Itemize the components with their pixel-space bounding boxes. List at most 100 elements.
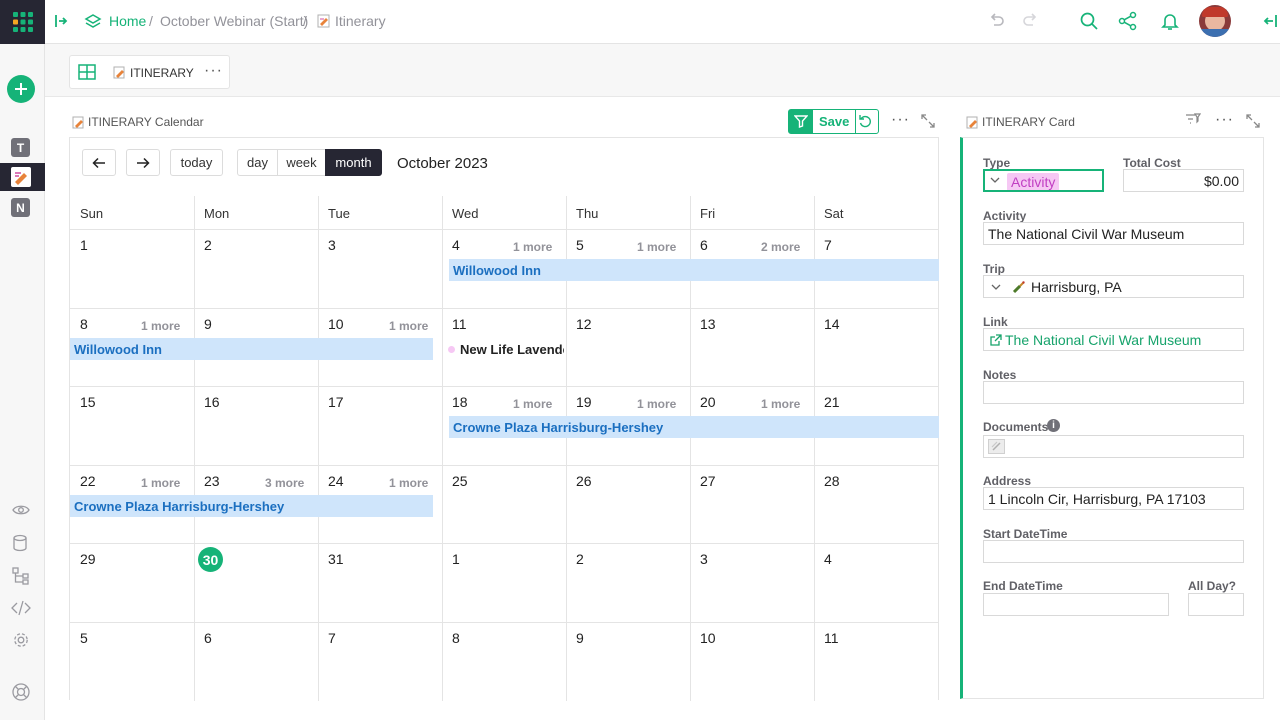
more-events-link[interactable]: 1 more — [141, 319, 180, 333]
day-number[interactable]: 27 — [700, 473, 716, 489]
code-icon[interactable] — [11, 600, 31, 616]
type-field[interactable]: Activity — [983, 169, 1104, 192]
month-view-button[interactable]: month — [325, 149, 382, 176]
day-number[interactable]: 31 — [328, 551, 344, 567]
more-events-link[interactable]: 2 more — [761, 240, 800, 254]
day-number[interactable]: 11 — [452, 316, 467, 332]
day-number[interactable]: 3 — [700, 551, 708, 567]
day-number[interactable]: 19 — [576, 394, 592, 410]
week-view-button[interactable]: week — [277, 149, 326, 176]
more-events-link[interactable]: 1 more — [389, 476, 428, 490]
bell-icon[interactable] — [1160, 11, 1180, 31]
day-number[interactable]: 21 — [824, 394, 840, 410]
day-number[interactable]: 1 — [452, 551, 460, 567]
day-number[interactable]: 14 — [824, 316, 840, 332]
day-number[interactable]: 24 — [328, 473, 344, 489]
search-icon[interactable] — [1079, 11, 1099, 31]
more-events-link[interactable]: 1 more — [761, 397, 800, 411]
day-number[interactable]: 25 — [452, 473, 468, 489]
day-number[interactable]: 9 — [204, 316, 212, 332]
grid-logo-icon[interactable] — [0, 0, 45, 44]
prev-month-button[interactable] — [82, 149, 116, 176]
calendar-event-dot[interactable]: New Life Lavende — [448, 338, 564, 360]
day-number[interactable]: 26 — [576, 473, 592, 489]
link-value[interactable]: The National Civil War Museum — [1005, 332, 1201, 348]
structure-icon[interactable] — [12, 567, 30, 585]
paperclip-icon[interactable] — [988, 439, 1005, 454]
day-number[interactable]: 1 — [80, 237, 88, 253]
expand-icon[interactable] — [1245, 113, 1261, 129]
day-number[interactable]: 5 — [576, 237, 584, 253]
more-events-link[interactable]: 1 more — [513, 397, 552, 411]
rail-page-active[interactable] — [0, 163, 45, 191]
documents-field[interactable] — [983, 435, 1244, 458]
breadcrumb-home[interactable]: Home — [109, 13, 146, 29]
info-icon[interactable]: i — [1047, 419, 1060, 432]
right-panel-toggle-icon[interactable] — [1262, 13, 1278, 29]
day-number[interactable]: 6 — [204, 630, 212, 646]
day-number[interactable]: 10 — [328, 316, 344, 332]
calendar-event-bar[interactable]: Crowne Plaza Harrisburg-Hershey — [449, 416, 939, 438]
breadcrumb-doc[interactable]: October Webinar (Start) — [160, 13, 308, 29]
total-cost-field[interactable]: $0.00 — [1123, 169, 1244, 192]
revert-icon[interactable] — [858, 114, 873, 129]
save-button[interactable]: Save — [819, 114, 849, 129]
day-number[interactable]: 3 — [328, 237, 336, 253]
share-icon[interactable] — [1118, 11, 1138, 31]
calendar-menu-icon[interactable]: ··· — [891, 111, 910, 129]
rail-page-n[interactable]: N — [11, 198, 30, 217]
more-events-link[interactable]: 1 more — [513, 240, 552, 254]
avatar[interactable] — [1199, 5, 1231, 37]
day-number[interactable]: 8 — [452, 630, 460, 646]
trip-field[interactable]: Harrisburg, PA — [983, 275, 1244, 298]
view-tab-menu[interactable]: ··· — [204, 62, 223, 80]
day-number[interactable]: 28 — [824, 473, 840, 489]
day-view-button[interactable]: day — [237, 149, 278, 176]
expand-icon[interactable] — [920, 113, 936, 129]
more-events-link[interactable]: 1 more — [141, 476, 180, 490]
day-number[interactable]: 11 — [824, 630, 839, 646]
notes-field[interactable] — [983, 381, 1244, 404]
view-tab[interactable]: ITINERARY ··· — [69, 55, 230, 89]
redo-icon[interactable] — [1020, 11, 1040, 31]
day-number[interactable]: 17 — [328, 394, 344, 410]
breadcrumb-page[interactable]: Itinerary — [335, 13, 386, 29]
day-number[interactable]: 16 — [204, 394, 220, 410]
more-events-link[interactable]: 1 more — [389, 319, 428, 333]
day-number[interactable]: 12 — [576, 316, 592, 332]
day-number[interactable]: 4 — [824, 551, 832, 567]
calendar-event-bar[interactable]: Willowood Inn — [70, 338, 433, 360]
more-events-link[interactable]: 3 more — [265, 476, 304, 490]
end-datetime-field[interactable] — [983, 593, 1169, 616]
today-date[interactable]: 30 — [198, 547, 223, 572]
day-number[interactable]: 13 — [700, 316, 716, 332]
all-day-field[interactable] — [1188, 593, 1244, 616]
help-icon[interactable] — [11, 682, 31, 702]
eye-icon[interactable] — [12, 503, 30, 517]
next-month-button[interactable] — [126, 149, 160, 176]
day-number[interactable]: 2 — [576, 551, 584, 567]
undo-icon[interactable] — [987, 11, 1007, 31]
add-icon[interactable] — [7, 75, 35, 103]
card-menu-icon[interactable]: ··· — [1215, 111, 1234, 129]
settings-icon[interactable] — [12, 631, 30, 649]
day-number[interactable]: 20 — [700, 394, 716, 410]
day-number[interactable]: 8 — [80, 316, 88, 332]
day-number[interactable]: 15 — [80, 394, 96, 410]
day-number[interactable]: 23 — [204, 473, 220, 489]
more-events-link[interactable]: 1 more — [637, 397, 676, 411]
start-datetime-field[interactable] — [983, 540, 1244, 563]
database-icon[interactable] — [12, 534, 28, 552]
day-number[interactable]: 6 — [700, 237, 708, 253]
day-number[interactable]: 2 — [204, 237, 212, 253]
filter-icon[interactable] — [1185, 113, 1201, 127]
day-number[interactable]: 22 — [80, 473, 96, 489]
calendar-event-bar[interactable]: Crowne Plaza Harrisburg-Hershey — [70, 495, 433, 517]
sidebar-toggle-icon[interactable] — [54, 13, 68, 29]
day-number[interactable]: 4 — [452, 237, 460, 253]
link-field[interactable]: The National Civil War Museum — [983, 328, 1244, 351]
activity-field[interactable]: The National Civil War Museum — [983, 222, 1244, 245]
today-button[interactable]: today — [170, 149, 223, 176]
day-number[interactable]: 29 — [80, 551, 96, 567]
rail-page-t[interactable]: T — [11, 138, 30, 157]
